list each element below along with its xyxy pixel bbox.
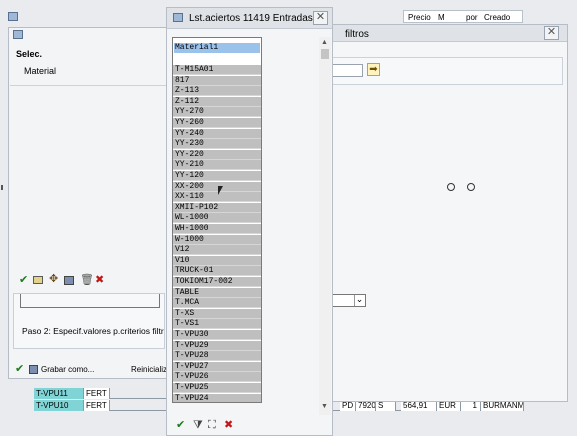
filter-icon[interactable]: ⧩: [193, 420, 203, 431]
bg-table-header: Precio M por Creado: [403, 10, 523, 23]
list-item[interactable]: T-VPU27: [173, 361, 261, 372]
chevron-down-icon: ⌄: [354, 294, 364, 306]
save-icon[interactable]: [64, 276, 74, 285]
list-item[interactable]: WH-1000: [173, 224, 261, 234]
list-item[interactable]: XMII-P102: [173, 202, 261, 213]
list-item[interactable]: T-VPU30: [173, 330, 261, 340]
open-folder-icon[interactable]: [33, 276, 43, 284]
col-precio[interactable]: Precio: [408, 13, 431, 22]
app-icon: [8, 12, 18, 21]
list-item[interactable]: YY-240: [173, 128, 261, 139]
list-item[interactable]: YY-220: [173, 149, 261, 160]
circle-left[interactable]: [447, 183, 455, 191]
reinicializar-button[interactable]: Reinicializ: [131, 365, 169, 374]
table-cell-type: FERT: [84, 388, 110, 399]
filter-window-titlebar: filtros ✕: [321, 25, 567, 42]
scroll-up-icon[interactable]: ▲: [321, 39, 328, 46]
list-frame: Material1 T-M15A01 817 Z-113 Z-112 YY-270 YY-…: [172, 37, 262, 403]
table-cell-material: T-VPU10: [34, 400, 84, 411]
save-as-icon[interactable]: [29, 365, 38, 374]
move-icon[interactable]: ✥: [49, 274, 58, 285]
lst-window-titlebar: Lst.aciertos 11419 Entradas ✕: [167, 8, 332, 29]
app-icon: [173, 13, 183, 22]
list-item[interactable]: V12: [173, 245, 261, 256]
filter-value-input[interactable]: [331, 64, 363, 77]
filter-window-title: filtros: [345, 29, 369, 40]
selec-label: Selec.: [16, 49, 43, 59]
list-item[interactable]: TOKIOM17-002: [173, 277, 261, 287]
table-cell-type: FERT: [84, 400, 110, 411]
list-items: T-M15A01 817 Z-113 Z-112 YY-270 YY-260 YY-240 Y…: [173, 65, 261, 402]
table-cell-material: T-VPU11: [34, 388, 84, 399]
col-por[interactable]: por: [466, 13, 478, 22]
grabar-como-button[interactable]: Grabar como...: [41, 365, 94, 374]
list-item[interactable]: XX-200: [173, 181, 261, 192]
col-creado[interactable]: Creado: [484, 13, 510, 22]
lst-window-title: Lst.aciertos 11419 Entradas: [189, 13, 313, 24]
list-item[interactable]: T-M15A01: [173, 65, 261, 75]
trash-icon[interactable]: 🗑: [80, 275, 94, 286]
lst-window: Lst.aciertos 11419 Entradas ✕ Material1 …: [166, 7, 333, 436]
cancel-icon[interactable]: ✖: [224, 420, 233, 431]
scrollbar[interactable]: ▲ ▼: [319, 37, 331, 415]
step-dropdown-frame: [20, 294, 160, 308]
list-item[interactable]: YY-120: [173, 171, 261, 181]
list-item[interactable]: T-XS: [173, 308, 261, 319]
material-column-header[interactable]: Material1: [174, 43, 260, 53]
close-icon[interactable]: ✕: [313, 11, 328, 25]
mouse-cursor: [218, 186, 223, 195]
list-item[interactable]: TABLE: [173, 287, 261, 298]
step-panel: Paso 2: Especif.valores p.criterios filt…: [13, 293, 165, 349]
list-item[interactable]: W-1000: [173, 234, 261, 245]
left-window: Selec. Material ✔ ✥ 🗑 ✖ Paso 2: Especif.…: [8, 27, 168, 379]
list-item[interactable]: Z-112: [173, 96, 261, 107]
binoculars-icon[interactable]: ⛶: [208, 420, 216, 431]
list-item[interactable]: YY-260: [173, 118, 261, 128]
arrow-right-icon[interactable]: ➡: [367, 63, 380, 76]
step-dropdown[interactable]: ⌄: [330, 294, 366, 307]
app-icon: [13, 30, 23, 39]
list-item[interactable]: T-VPU26: [173, 372, 261, 383]
material-label[interactable]: Material: [24, 66, 56, 76]
delete-icon[interactable]: ✖: [95, 275, 104, 286]
list-item[interactable]: T-VS1: [173, 319, 261, 330]
list-item[interactable]: XX-110: [173, 192, 261, 203]
list-item[interactable]: YY-270: [173, 107, 261, 118]
step-text: Paso 2: Especif.valores p.criterios filt…: [22, 326, 164, 336]
list-item[interactable]: T-VPU29: [173, 340, 261, 351]
scroll-down-icon[interactable]: ▼: [321, 403, 328, 410]
list-item[interactable]: T-VPU24: [173, 393, 261, 402]
list-item[interactable]: TRUCK-01: [173, 266, 261, 277]
list-item[interactable]: T-VPU25: [173, 383, 261, 393]
check-icon[interactable]: ✔: [19, 275, 28, 286]
selec-panel: Selec. Material: [10, 44, 168, 86]
list-item[interactable]: WL-1000: [173, 213, 261, 224]
list-item[interactable]: YY-210: [173, 160, 261, 171]
check-icon[interactable]: ✔: [15, 364, 24, 375]
scroll-thumb[interactable]: [321, 49, 329, 59]
list-item[interactable]: 817: [173, 75, 261, 86]
list-item[interactable]: T.MCA: [173, 298, 261, 309]
col-m[interactable]: M: [438, 13, 445, 22]
list-item[interactable]: T-VPU28: [173, 351, 261, 362]
circle-right[interactable]: [467, 183, 475, 191]
left-edge-marker: [1, 185, 3, 190]
filter-window: filtros ✕ ➡: [320, 24, 568, 402]
list-item[interactable]: V10: [173, 255, 261, 266]
check-icon[interactable]: ✔: [176, 420, 185, 431]
list-item[interactable]: YY-230: [173, 139, 261, 150]
close-icon[interactable]: ✕: [544, 26, 559, 40]
list-item[interactable]: Z-113: [173, 86, 261, 97]
